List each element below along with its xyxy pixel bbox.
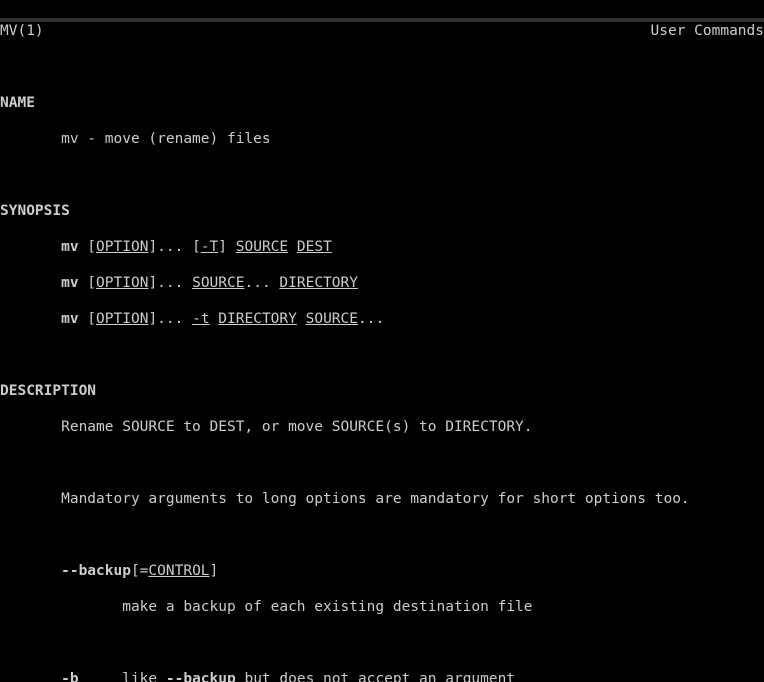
man-page-viewer[interactable]: MV(1) User Commands NAME mv - move (renam…	[0, 0, 764, 682]
arg-option: OPTION	[96, 275, 148, 291]
synopsis-line-1: mv [OPTION]... [-T] SOURCE DEST	[0, 238, 764, 256]
blank-line	[0, 166, 764, 184]
desc-line-1: Rename SOURCE to DEST, or move SOURCE(s)…	[0, 418, 764, 436]
option-backup: --backup[=CONTROL]	[0, 562, 764, 580]
flag-T: -T	[201, 239, 218, 255]
blank-line	[0, 58, 764, 76]
arg-option: OPTION	[96, 239, 148, 255]
opt-backup: --backup	[61, 563, 131, 579]
blank-line	[0, 454, 764, 472]
blank-line	[0, 526, 764, 544]
arg-source: SOURCE	[306, 311, 358, 327]
option-b: -b like --backup but does not accept an …	[0, 670, 764, 682]
arg-control: CONTROL	[148, 563, 209, 579]
cmd-mv: mv	[61, 311, 78, 327]
section-name-header: NAME	[0, 94, 764, 112]
opt-backup-ref: --backup	[166, 671, 236, 682]
section-description-header: DESCRIPTION	[0, 382, 764, 400]
flag-t: -t	[192, 311, 209, 327]
desc-line-2: Mandatory arguments to long options are …	[0, 490, 764, 508]
arg-source: SOURCE	[236, 239, 288, 255]
header-left: MV(1)	[0, 22, 44, 40]
synopsis-line-2: mv [OPTION]... SOURCE... DIRECTORY	[0, 274, 764, 292]
blank-line	[0, 634, 764, 652]
header-right: User Commands	[651, 22, 764, 40]
blank-line	[0, 346, 764, 364]
name-line: mv - move (rename) files	[0, 130, 764, 148]
opt-b: -b	[61, 671, 78, 682]
cmd-mv: mv	[61, 275, 78, 291]
arg-source: SOURCE	[192, 275, 244, 291]
arg-directory: DIRECTORY	[218, 311, 297, 327]
man-header-row: MV(1) User Commands	[0, 18, 764, 40]
section-synopsis-header: SYNOPSIS	[0, 202, 764, 220]
arg-option: OPTION	[96, 311, 148, 327]
synopsis-line-3: mv [OPTION]... -t DIRECTORY SOURCE...	[0, 310, 764, 328]
cmd-mv: mv	[61, 239, 78, 255]
arg-dest: DEST	[297, 239, 332, 255]
option-backup-desc: make a backup of each existing destinati…	[0, 598, 764, 616]
arg-directory: DIRECTORY	[279, 275, 358, 291]
